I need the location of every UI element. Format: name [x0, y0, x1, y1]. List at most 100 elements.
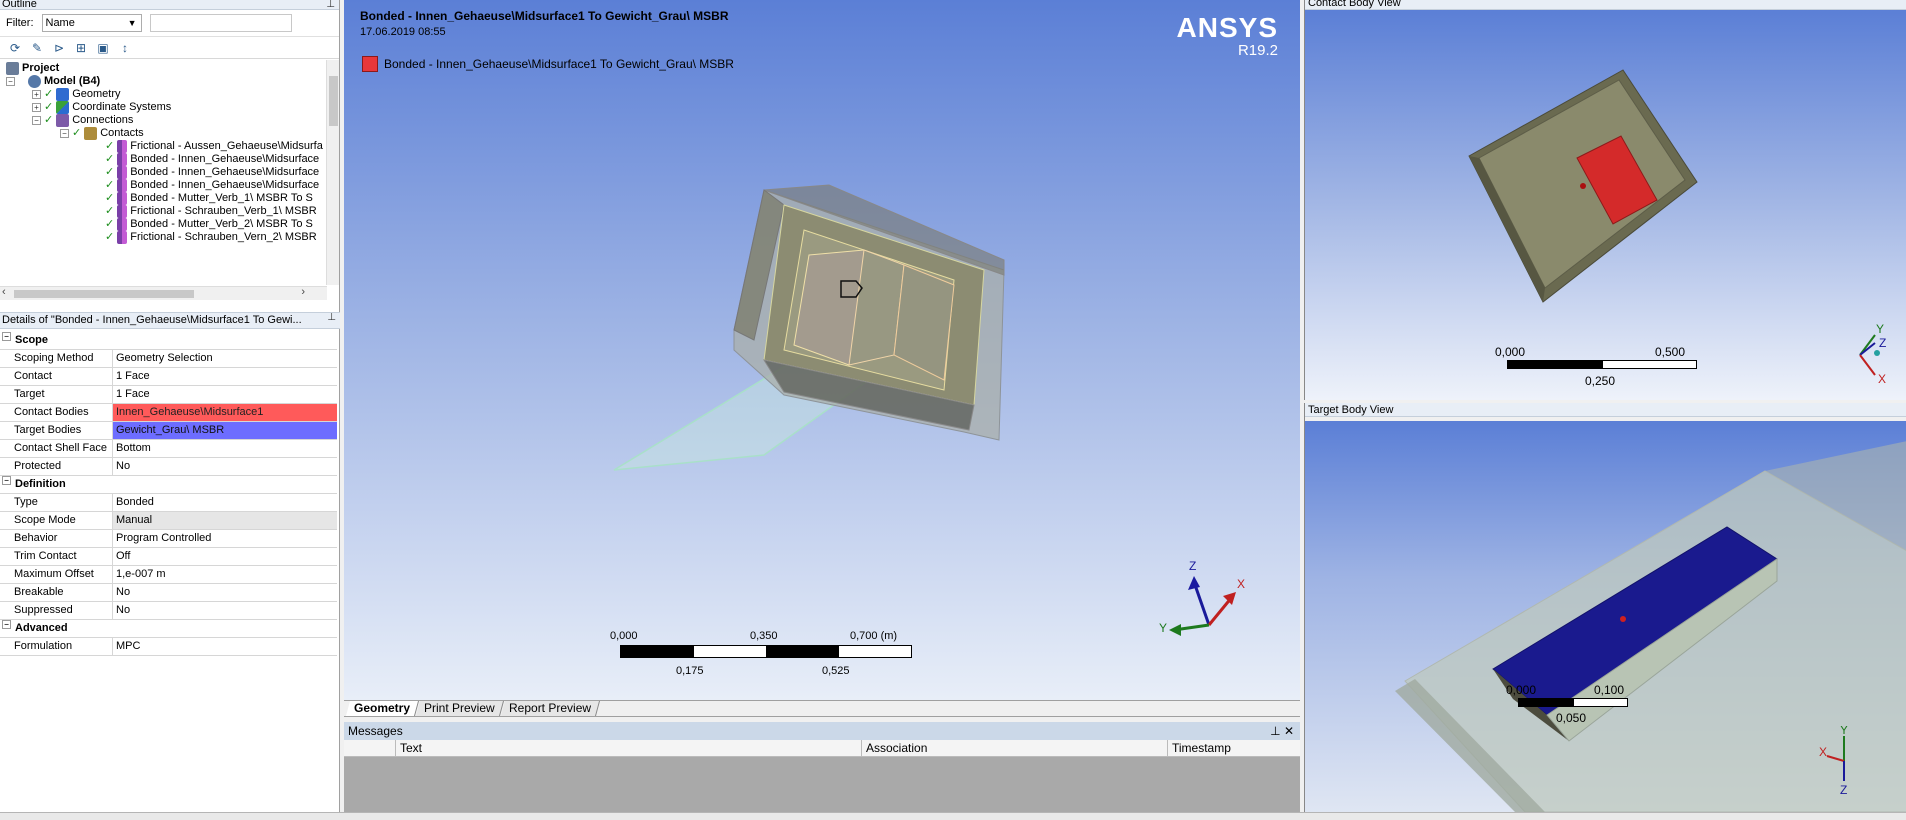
- detail-key: Breakable: [0, 584, 113, 601]
- detail-row-behavior[interactable]: Behavior Program Controlled: [0, 530, 337, 548]
- collapse-icon[interactable]: −: [60, 128, 69, 138]
- section-advanced[interactable]: − Advanced: [0, 620, 337, 638]
- detail-value[interactable]: Off: [113, 548, 337, 565]
- messages-panel: Messages ⊥ ✕ Text Association Timestamp: [344, 722, 1300, 820]
- detail-key: Type: [0, 494, 113, 511]
- detail-value[interactable]: No: [113, 584, 337, 601]
- detail-value[interactable]: No: [113, 458, 337, 475]
- contact-body-viewport[interactable]: Y Z X 0,000 0,500 0,250: [1305, 10, 1906, 400]
- col-association[interactable]: Association: [862, 740, 1168, 756]
- triad-y-label: Y: [1876, 322, 1884, 336]
- collapse-icon[interactable]: −: [2, 476, 11, 485]
- detail-value[interactable]: Bonded: [113, 494, 337, 511]
- detail-row-contact-bodies[interactable]: Contact Bodies Innen_Gehaeuse\Midsurface…: [0, 404, 337, 422]
- tab-label: Report Preview: [508, 701, 591, 715]
- target-body-viewport[interactable]: Y X Z 0,000 0,100 0,050: [1305, 421, 1906, 812]
- scroll-right-icon[interactable]: ›: [301, 286, 305, 298]
- scale-tick-label: 0,000: [1506, 683, 1537, 697]
- pin-icon[interactable]: ⊥: [326, 0, 335, 9]
- axis-triad: Y Z X: [1859, 322, 1886, 385]
- tab-print-preview[interactable]: Print Preview: [416, 701, 504, 716]
- detail-value[interactable]: 1,e-007 m: [113, 566, 337, 583]
- detail-value[interactable]: Program Controlled: [113, 530, 337, 547]
- detail-row-formulation[interactable]: Formulation MPC: [0, 638, 337, 656]
- collapse-icon[interactable]: −: [2, 332, 11, 341]
- detail-value[interactable]: Gewicht_Grau\ MSBR: [113, 422, 337, 439]
- right-panel: Contact Body View Y Z X 0,000 0,500 0,25…: [1302, 0, 1906, 820]
- check-icon: ✓: [44, 114, 54, 126]
- pin-icon[interactable]: ⊥: [327, 313, 336, 323]
- detail-row-trim-contact[interactable]: Trim Contact Off: [0, 548, 337, 566]
- detail-key: Scope Mode: [0, 512, 113, 529]
- refresh-icon[interactable]: ⟳: [6, 39, 24, 57]
- detail-value[interactable]: Manual: [113, 512, 337, 529]
- sort-icon[interactable]: ↕: [116, 39, 134, 57]
- detail-key: Scoping Method: [0, 350, 113, 367]
- detail-value[interactable]: MPC: [113, 638, 337, 655]
- expand-icon[interactable]: +: [32, 102, 41, 112]
- collapse-icon[interactable]: −: [2, 620, 11, 629]
- detail-value[interactable]: Bottom: [113, 440, 337, 457]
- detail-row-scoping-method[interactable]: Scoping Method Geometry Selection: [0, 350, 337, 368]
- triad-z-label: Z: [1840, 783, 1847, 796]
- section-definition[interactable]: − Definition: [0, 476, 337, 494]
- detail-key: Behavior: [0, 530, 113, 547]
- filter-select[interactable]: Name ▼: [41, 14, 142, 32]
- tree-filter-icon[interactable]: ⊳: [50, 39, 68, 57]
- detail-row-protected[interactable]: Protected No: [0, 458, 337, 476]
- scrollbar-thumb[interactable]: [14, 290, 194, 298]
- detail-row-scope-mode[interactable]: Scope Mode Manual: [0, 512, 337, 530]
- detail-value[interactable]: 1 Face: [113, 368, 337, 385]
- tree-item-contact[interactable]: ✓ Frictional - Schrauben_Vern_2\ MSBR: [105, 229, 317, 245]
- contact-body-geometry: [1468, 69, 1698, 303]
- filter-input[interactable]: [149, 14, 292, 32]
- tree-vertical-scrollbar[interactable]: [326, 60, 339, 285]
- detail-value[interactable]: Innen_Gehaeuse\Midsurface1: [113, 404, 337, 421]
- section-label: Scope: [15, 334, 49, 346]
- expand-icon[interactable]: +: [32, 89, 41, 99]
- contact-view-title: Contact Body View: [1305, 0, 1906, 10]
- status-bar: [0, 812, 1906, 820]
- scrollbar-thumb[interactable]: [329, 76, 338, 126]
- collapse-icon[interactable]: −: [6, 76, 15, 86]
- tree-horizontal-scrollbar[interactable]: ‹ ›: [0, 286, 327, 300]
- scale-tick-label: 0,175: [676, 665, 704, 677]
- expand-all-icon[interactable]: ⊞: [72, 39, 90, 57]
- scroll-left-icon[interactable]: ‹: [2, 286, 6, 298]
- detail-row-type[interactable]: Type Bonded: [0, 494, 337, 512]
- check-icon: ✓: [72, 127, 82, 139]
- check-icon: ✓: [105, 231, 115, 243]
- col-spacer: [344, 740, 396, 756]
- col-timestamp[interactable]: Timestamp: [1168, 740, 1300, 756]
- detail-row-maximum-offset[interactable]: Maximum Offset 1,e-007 m: [0, 566, 337, 584]
- detail-value[interactable]: No: [113, 602, 337, 619]
- detail-value[interactable]: Geometry Selection: [113, 350, 337, 367]
- messages-title-text: Messages: [348, 724, 403, 738]
- collapse-icon[interactable]: −: [32, 115, 41, 125]
- filter-select-value: Name: [45, 17, 75, 29]
- detail-row-breakable[interactable]: Breakable No: [0, 584, 337, 602]
- detail-value[interactable]: 1 Face: [113, 386, 337, 403]
- detail-row-target-bodies[interactable]: Target Bodies Gewicht_Grau\ MSBR: [0, 422, 337, 440]
- detail-key: Suppressed: [0, 602, 113, 619]
- outline-title-text: Outline: [2, 0, 37, 10]
- section-scope[interactable]: − Scope: [0, 332, 337, 350]
- detail-key: Maximum Offset: [0, 566, 113, 583]
- pin-close-icons[interactable]: ⊥ ✕: [1270, 722, 1294, 740]
- messages-header: Text Association Timestamp: [344, 740, 1300, 757]
- detail-key: Target Bodies: [0, 422, 113, 439]
- detail-row-suppressed[interactable]: Suppressed No: [0, 602, 337, 620]
- detail-row-contact-shell-face[interactable]: Contact Shell Face Bottom: [0, 440, 337, 458]
- contact-region-icon: [117, 230, 128, 244]
- details-title-text: Details of "Bonded - Innen_Gehaeuse\Mids…: [2, 314, 302, 326]
- detail-row-target[interactable]: Target 1 Face: [0, 386, 337, 404]
- col-text[interactable]: Text: [396, 740, 862, 756]
- target-body-view-panel: Target Body View Y X Z 0,000 0,100 0,050: [1304, 403, 1906, 812]
- detail-row-contact[interactable]: Contact 1 Face: [0, 368, 337, 386]
- select-icon[interactable]: ✎: [28, 39, 46, 57]
- folder-icon[interactable]: ▣: [94, 39, 112, 57]
- scale-tick-label: 0,500: [1655, 345, 1686, 359]
- graphics-viewport[interactable]: Bonded - Innen_Gehaeuse\Midsurface1 To G…: [344, 0, 1300, 700]
- tab-geometry[interactable]: Geometry: [345, 701, 420, 716]
- tab-report-preview[interactable]: Report Preview: [500, 701, 600, 716]
